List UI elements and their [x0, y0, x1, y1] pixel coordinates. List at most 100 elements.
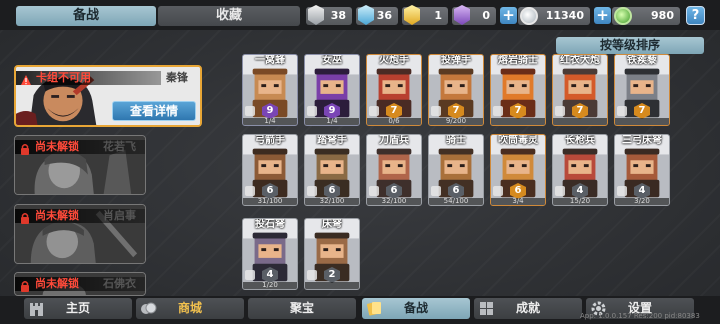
unit-card[interactable]: 刀盾兵 6 32/100: [366, 134, 422, 206]
unit-type-icon: [493, 186, 503, 196]
unit-card[interactable]: 熔岩骑士 7: [490, 54, 546, 126]
coin-icon: [520, 7, 538, 25]
blue-shard-value: 36: [376, 9, 392, 22]
unit-name: 一窝蜂: [255, 55, 285, 66]
gem-value: 980: [651, 9, 674, 22]
hero-card-xiaoqishi[interactable]: 尚未解锁 肖启事: [14, 204, 146, 264]
unit-name: 熔岩骑士: [498, 55, 538, 66]
unit-card-progress: 31/100: [243, 198, 297, 205]
hero-status-text: 卡组不可用: [36, 71, 91, 84]
coin-value: 11340: [545, 9, 584, 22]
gem-counter: 980: [612, 7, 680, 25]
unit-name: 踏弩手: [317, 135, 347, 146]
unit-type-icon: [369, 106, 379, 116]
nav-achievements[interactable]: 成就: [474, 298, 582, 319]
unit-card[interactable]: 铁蒺藜 7: [614, 54, 670, 126]
unit-card[interactable]: 投石弩 4 1/20: [242, 218, 298, 290]
nav-treasure[interactable]: 聚宝: [248, 298, 356, 319]
unit-card-progress: 54/100: [429, 198, 483, 205]
unit-card[interactable]: 火炮手 7 0/6: [366, 54, 422, 126]
unit-card-progress: 1/4: [243, 118, 297, 125]
unit-name: 吹筒毒灵: [498, 135, 538, 146]
lock-icon: [21, 281, 29, 292]
version-info: App: 1.0.0.157 Res:200 pid:80383: [580, 312, 700, 320]
jade-coin-icon: [614, 7, 632, 25]
unit-name: 长枪兵: [565, 135, 595, 146]
silver-shard-counter: 38: [306, 5, 352, 25]
nav-prepare-label: 备战: [403, 301, 428, 315]
tab-prepare[interactable]: 备战: [16, 6, 156, 26]
unit-name: 火炮手: [379, 55, 409, 66]
unit-card[interactable]: 长枪兵 4 15/20: [552, 134, 608, 206]
unit-card[interactable]: 红衣大炮 7: [552, 54, 608, 126]
hero-card-shifoyi[interactable]: 尚未解锁 石佛衣: [14, 272, 146, 296]
nav-treasure-label: 聚宝: [289, 301, 314, 315]
unit-card-progress: 9/200: [429, 118, 483, 125]
unit-card[interactable]: 踏弩手 6 32/100: [304, 134, 360, 206]
unit-card-progress: [553, 118, 607, 125]
blue-shard-icon: [358, 5, 374, 25]
lock-icon: [21, 213, 29, 224]
tab-collection[interactable]: 收藏: [158, 6, 300, 26]
unit-type-icon: [307, 106, 317, 116]
unit-name: 弓箭手: [255, 135, 285, 146]
unit-card[interactable]: 投弹手 7 9/200: [428, 54, 484, 126]
unit-card-progress: 1/4: [305, 118, 359, 125]
nav-achievements-label: 成就: [515, 301, 540, 315]
unit-card[interactable]: 弓箭手 6 31/100: [242, 134, 298, 206]
hero-name-shifoyi: 石佛衣: [103, 277, 136, 290]
unit-type-icon: [617, 186, 627, 196]
hero-status-text: 尚未解锁: [35, 209, 79, 222]
unit-card[interactable]: 三弓床弩 4 3/20: [614, 134, 670, 206]
unit-card-progress: [615, 118, 669, 125]
hero-name-huaruofei: 花若飞: [103, 140, 136, 153]
unit-card[interactable]: 女巫 9 1/4: [304, 54, 360, 126]
unit-type-icon: [245, 186, 255, 196]
unit-type-icon: [245, 106, 255, 116]
unit-name: 铁蒺藜: [627, 55, 657, 66]
unit-type-icon: [307, 270, 317, 280]
gold-shard-value: 1: [434, 9, 442, 22]
unit-card-progress: 3/20: [615, 198, 669, 205]
unit-card[interactable]: 一窝蜂 9 1/4: [242, 54, 298, 126]
hero-card-huaruofei[interactable]: 尚未解锁 花若飞: [14, 135, 146, 195]
unit-card-progress: 32/100: [305, 198, 359, 205]
unit-type-icon: [431, 106, 441, 116]
unit-type-icon: [431, 186, 441, 196]
nav-home[interactable]: 主页: [24, 298, 132, 319]
unit-name: 女巫: [322, 55, 342, 66]
sort-by-level-button[interactable]: 按等级排序: [556, 37, 704, 54]
unit-type-icon: [369, 186, 379, 196]
gold-shard-counter: 1: [402, 5, 448, 25]
help-button[interactable]: ?: [686, 6, 705, 25]
unit-name: 投石弩: [255, 219, 285, 230]
warning-icon: [21, 75, 31, 85]
unit-card-progress: 3/4: [491, 198, 545, 205]
blue-shard-counter: 36: [356, 5, 398, 25]
unit-type-icon: [307, 186, 317, 196]
hero-card-qinfeng[interactable]: 卡组不可用 秦锋 查看详情: [14, 65, 202, 127]
unit-type-icon: [493, 106, 503, 116]
unit-name: 床弩: [322, 219, 342, 230]
nav-home-label: 主页: [65, 301, 90, 315]
unit-card[interactable]: 床弩 2: [304, 218, 360, 290]
add-gems-button[interactable]: +: [594, 7, 611, 24]
purple-shard-counter: 0: [452, 5, 496, 25]
unit-card-progress: 1/20: [243, 282, 297, 289]
nav-prepare[interactable]: 备战: [362, 298, 470, 319]
unit-type-icon: [617, 106, 627, 116]
hero-name-xiaoqishi: 肖启事: [103, 209, 136, 222]
nav-shop-label: 商城: [177, 301, 202, 315]
top-bar: 备战 收藏 38 36 1 0 + 11340 + 980 ?: [0, 0, 720, 30]
view-details-button[interactable]: 查看详情: [112, 101, 196, 121]
silver-shard-icon: [308, 5, 324, 25]
castle-icon: [30, 303, 43, 316]
unit-type-icon: [555, 186, 565, 196]
unit-name: 投弹手: [441, 55, 471, 66]
cards-icon: [367, 302, 381, 316]
unit-card[interactable]: 吹筒毒灵 6 3/4: [490, 134, 546, 206]
add-coins-button[interactable]: +: [500, 7, 517, 24]
lock-icon: [21, 144, 29, 155]
nav-shop[interactable]: 商城: [136, 298, 244, 319]
unit-card[interactable]: 骑士 6 54/100: [428, 134, 484, 206]
